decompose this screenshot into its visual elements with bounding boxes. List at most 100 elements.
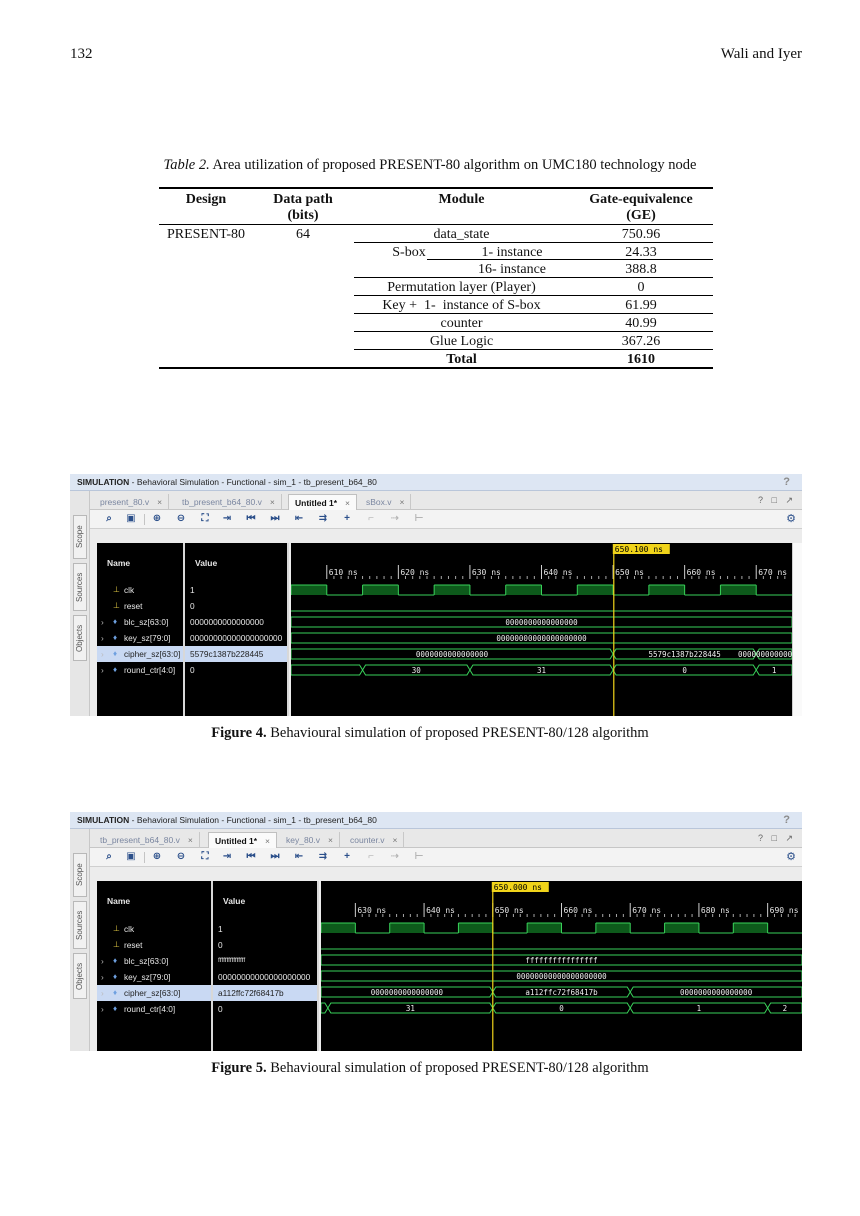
file-tab-label: tb_present_b64_80.v	[182, 497, 262, 507]
table-caption-label: Table 2.	[163, 157, 210, 173]
help-icon[interactable]: ?	[783, 474, 790, 491]
signal-row[interactable]: › ♦ key_sz[79:0]	[97, 630, 183, 646]
snap-icon[interactable]: ⇢	[388, 512, 402, 526]
go-to-end-icon[interactable]: ⏭	[268, 512, 282, 526]
search-icon[interactable]: ⌕	[102, 850, 116, 864]
tab-objects[interactable]: Objects	[73, 615, 87, 661]
file-tab[interactable]: sBox.v ×	[360, 494, 412, 510]
go-to-start-icon[interactable]: ⏮	[244, 512, 258, 526]
clk-high-segment	[720, 585, 757, 595]
close-icon[interactable]: ×	[188, 835, 193, 845]
value-row-selected: a112ffc72f68417b	[213, 985, 317, 1001]
signal-name: clk	[124, 924, 135, 934]
expand-icon[interactable]: ⊢	[412, 512, 426, 526]
swap-cursors-icon[interactable]: ⌐	[364, 850, 378, 864]
tab-scope[interactable]: Scope	[73, 853, 87, 897]
waveform-canvas[interactable]: 630 ns 640 ns 650 ns 660 ns 670 ns 680 ns 690 …	[321, 881, 802, 1051]
tab-sources[interactable]: Sources	[73, 563, 87, 611]
close-icon[interactable]: ×	[265, 836, 270, 846]
expand-icon[interactable]: ⊢	[412, 850, 426, 864]
gear-icon[interactable]: ⚙	[786, 512, 796, 525]
add-marker-icon[interactable]: +	[340, 850, 354, 864]
file-tab[interactable]: present_80.v ×	[94, 494, 170, 510]
goto-cursor-icon[interactable]: ⇥	[220, 850, 234, 864]
signal-row[interactable]: ⊥ clk	[97, 582, 183, 598]
file-tab[interactable]: key_80.v ×	[280, 832, 340, 848]
sim-title-bold: SIMULATION	[77, 477, 130, 487]
zoom-out-icon[interactable]: ⊖	[174, 512, 188, 526]
signal-row[interactable]: › ♦ key_sz[79:0]	[97, 969, 211, 985]
signal-row[interactable]: ⊥ clk	[97, 921, 211, 937]
ruler-tick-label: 650 ns	[495, 906, 524, 915]
expand-arrow-icon[interactable]: ›	[101, 646, 104, 662]
tab-sources[interactable]: Sources	[73, 901, 87, 949]
zoom-fit-icon[interactable]: ⛶	[198, 850, 212, 864]
zoom-in-icon[interactable]: ⊕	[150, 850, 164, 864]
save-icon[interactable]: ▣	[124, 512, 138, 526]
expand-arrow-icon[interactable]: ›	[101, 630, 104, 646]
zoom-fit-icon[interactable]: ⛶	[198, 512, 212, 526]
wave-toolbar: ⌕ ▣ ⊕ ⊖ ⛶ ⇥ ⏮ ⏭ ⇤ ⇉ + ⌐ ⇢ ⊢	[90, 510, 802, 529]
help-icon[interactable]: ?	[783, 812, 790, 829]
expand-arrow-icon[interactable]: ›	[101, 662, 104, 678]
zoom-out-icon[interactable]: ⊖	[174, 850, 188, 864]
header-datapath: Data path	[273, 192, 333, 207]
cell-module: Glue Logic	[429, 334, 494, 349]
save-icon[interactable]: ▣	[124, 850, 138, 864]
signal-row[interactable]: ⊥ reset	[97, 937, 211, 953]
search-icon[interactable]: ⌕	[102, 512, 116, 526]
expand-arrow-icon[interactable]: ›	[101, 969, 104, 985]
signal-row[interactable]: › ♦ round_ctr[4:0]	[97, 662, 183, 678]
swap-cursors-icon[interactable]: ⌐	[364, 512, 378, 526]
file-tab[interactable]: tb_present_b64_80.v ×	[94, 832, 200, 848]
side-tab-strip: Scope Sources Objects	[70, 829, 90, 1051]
window-controls[interactable]: ? □ ↗	[758, 495, 796, 506]
expand-arrow-icon[interactable]: ›	[101, 953, 104, 969]
bus-segment	[291, 664, 364, 676]
toolbar-separator	[144, 852, 145, 863]
cell-module: Key + 1- instance of S-box	[382, 298, 541, 313]
next-transition-icon[interactable]: ⇉	[316, 850, 330, 864]
zoom-in-icon[interactable]: ⊕	[150, 512, 164, 526]
waveform-canvas[interactable]: 610 ns 620 ns 630 ns 640 ns 650 ns 660 ns 670 …	[291, 543, 792, 716]
close-icon[interactable]: ×	[400, 497, 405, 507]
window-controls[interactable]: ? □ ↗	[758, 833, 796, 844]
file-tab-active[interactable]: Untitled 1* ×	[288, 494, 357, 510]
go-to-end-icon[interactable]: ⏭	[268, 850, 282, 864]
expand-arrow-icon[interactable]: ›	[101, 614, 104, 630]
tab-scope[interactable]: Scope	[73, 515, 87, 559]
signal-row[interactable]: › ♦ round_ctr[4:0]	[97, 1001, 211, 1017]
next-transition-icon[interactable]: ⇉	[316, 512, 330, 526]
close-icon[interactable]: ×	[157, 497, 162, 507]
go-to-start-icon[interactable]: ⏮	[244, 850, 258, 864]
signal-row-selected[interactable]: › ♦ cipher_sz[63:0]	[97, 985, 211, 1001]
close-icon[interactable]: ×	[328, 835, 333, 845]
expand-arrow-icon[interactable]: ›	[101, 985, 104, 1001]
bus-icon: ♦	[113, 972, 118, 981]
close-icon[interactable]: ×	[345, 498, 350, 508]
bus-value-label: 0	[682, 666, 687, 675]
signal-value: ffffffffffffffff	[218, 957, 246, 964]
gear-icon[interactable]: ⚙	[786, 850, 796, 863]
add-marker-icon[interactable]: +	[340, 512, 354, 526]
vertical-scrollbar[interactable]	[792, 543, 802, 716]
signal-row[interactable]: ⊥ reset	[97, 598, 183, 614]
cell-ge: 61.99	[625, 298, 657, 313]
signal-value: 1	[218, 924, 223, 934]
goto-cursor-icon[interactable]: ⇥	[220, 512, 234, 526]
close-icon[interactable]: ×	[270, 497, 275, 507]
signal-row[interactable]: › ♦ blc_sz[63:0]	[97, 614, 183, 630]
tab-objects[interactable]: Objects	[73, 953, 87, 999]
waveform-pane[interactable]: 630 ns 640 ns 650 ns 660 ns 670 ns 680 ns 690 …	[321, 881, 802, 1051]
prev-transition-icon[interactable]: ⇤	[292, 850, 306, 864]
file-tab[interactable]: counter.v ×	[344, 832, 405, 848]
prev-transition-icon[interactable]: ⇤	[292, 512, 306, 526]
waveform-pane[interactable]: 610 ns 620 ns 630 ns 640 ns 650 ns 660 ns 670 …	[291, 543, 792, 716]
close-icon[interactable]: ×	[393, 835, 398, 845]
snap-icon[interactable]: ⇢	[388, 850, 402, 864]
signal-row-selected[interactable]: › ♦ cipher_sz[63:0]	[97, 646, 183, 662]
file-tab-active[interactable]: Untitled 1* ×	[208, 832, 277, 848]
expand-arrow-icon[interactable]: ›	[101, 1001, 104, 1017]
file-tab[interactable]: tb_present_b64_80.v ×	[176, 494, 282, 510]
signal-row[interactable]: › ♦ blc_sz[63:0]	[97, 953, 211, 969]
